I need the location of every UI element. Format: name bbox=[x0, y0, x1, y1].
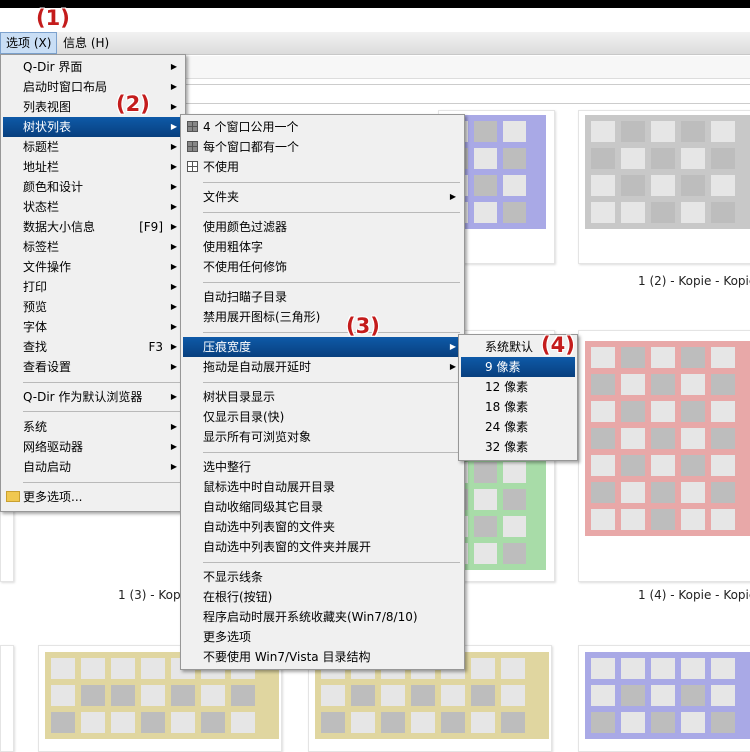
menu-item-dirs-only[interactable]: 仅显示目录(快) bbox=[183, 407, 462, 427]
menu-item-indent-32[interactable]: 32 像素 bbox=[461, 437, 575, 457]
grid-window-icon bbox=[187, 121, 198, 132]
menu-item-view-settings[interactable]: 查看设置 ▶ bbox=[3, 357, 183, 377]
window-top-edge bbox=[0, 0, 750, 8]
annotation-step-2: (2) bbox=[116, 92, 150, 116]
menu-item-list-view[interactable]: 列表视图 ▶ bbox=[3, 97, 183, 117]
menu-item-tree-display[interactable]: 树状目录显示 bbox=[183, 387, 462, 407]
menu-item-expand-favorites[interactable]: 程序启动时展开系统收藏夹(Win7/8/10) bbox=[183, 607, 462, 627]
menu-item-root-buttons[interactable]: 在根行(按钮) bbox=[183, 587, 462, 607]
folder-icon bbox=[6, 491, 20, 502]
menu-info[interactable]: 信息 (H) bbox=[58, 33, 114, 53]
menu-item-network-drives[interactable]: 网络驱动器 ▶ bbox=[3, 437, 183, 457]
menu-item-indent-12[interactable]: 12 像素 bbox=[461, 377, 575, 397]
menu-item-file-operations[interactable]: 文件操作 ▶ bbox=[3, 257, 183, 277]
menu-item-autostart[interactable]: 自动启动 ▶ bbox=[3, 457, 183, 477]
menu-item-bold-font[interactable]: 使用粗体字 bbox=[183, 237, 462, 257]
menu-item-more-options[interactable]: 更多选项 bbox=[183, 627, 462, 647]
toolbar bbox=[185, 56, 750, 79]
menu-separator bbox=[203, 332, 460, 333]
address-bar[interactable] bbox=[185, 84, 750, 104]
menu-separator bbox=[203, 562, 460, 563]
tree-list-submenu: 4 个窗口公用一个 每个窗口都有一个 不使用 文件夹 ▶ 使用颜色过滤器 使用粗体… bbox=[180, 114, 465, 670]
menu-item-address-bar[interactable]: 地址栏 ▶ bbox=[3, 157, 183, 177]
menu-item-auto-collapse-siblings[interactable]: 自动收缩同级其它目录 bbox=[183, 497, 462, 517]
menu-item-data-size-info[interactable]: 数据大小信息 [F9] ▶ bbox=[3, 217, 183, 237]
menu-separator bbox=[23, 411, 181, 412]
menu-item-shared-tree[interactable]: 4 个窗口公用一个 bbox=[183, 117, 462, 137]
thumbnail-red[interactable] bbox=[578, 330, 750, 582]
menu-separator bbox=[203, 212, 460, 213]
menu-separator bbox=[203, 282, 460, 283]
menu-separator bbox=[203, 452, 460, 453]
menu-item-default-browser[interactable]: Q-Dir 作为默认浏览器 ▶ bbox=[3, 387, 183, 407]
menu-item-title-bar[interactable]: 标题栏 ▶ bbox=[3, 137, 183, 157]
menu-item-drag-expand-delay[interactable]: 拖动是自动展开延时 ▶ bbox=[183, 357, 462, 377]
menu-item-folder[interactable]: 文件夹 ▶ bbox=[183, 187, 462, 207]
thumbnail-caption: 1 (4) - Kopie - Kopie.p bbox=[638, 588, 750, 602]
menu-item-all-browsable[interactable]: 显示所有可浏览对象 bbox=[183, 427, 462, 447]
menu-item-no-decoration[interactable]: 不使用任何修饰 bbox=[183, 257, 462, 277]
menu-item-no-lines[interactable]: 不显示线条 bbox=[183, 567, 462, 587]
menu-item-print[interactable]: 打印 ▶ bbox=[3, 277, 183, 297]
menu-item-tab-bar[interactable]: 标签栏 ▶ bbox=[3, 237, 183, 257]
menu-item-indent-24[interactable]: 24 像素 bbox=[461, 417, 575, 437]
menu-item-startup-layout[interactable]: 启动时窗口布局 ▶ bbox=[3, 77, 183, 97]
menu-item-tree-list[interactable]: 树状列表 ▶ bbox=[3, 117, 183, 137]
annotation-step-3: (3) bbox=[346, 314, 380, 338]
menu-separator bbox=[203, 382, 460, 383]
menu-item-qdir-interface[interactable]: Q-Dir 界面 ▶ bbox=[3, 57, 183, 77]
thumbnail-gray-top[interactable] bbox=[578, 110, 750, 264]
menu-item-auto-scan-subdirs[interactable]: 自动扫瞄子目录 bbox=[183, 287, 462, 307]
menu-separator bbox=[23, 382, 181, 383]
grid-window-icon bbox=[187, 161, 198, 172]
menu-item-color-filter[interactable]: 使用颜色过滤器 bbox=[183, 217, 462, 237]
menubar: 选项 (X) 信息 (H) bbox=[0, 32, 750, 55]
menu-item-disable-expand-icon[interactable]: 禁用展开图标(三角形) bbox=[183, 307, 462, 327]
grid-window-icon bbox=[187, 141, 198, 152]
menu-item-status-bar[interactable]: 状态栏 ▶ bbox=[3, 197, 183, 217]
menu-item-indent-18[interactable]: 18 像素 bbox=[461, 397, 575, 417]
menu-item-auto-select-folder[interactable]: 自动选中列表窗的文件夹 bbox=[183, 517, 462, 537]
menu-item-font[interactable]: 字体 ▶ bbox=[3, 317, 183, 337]
menu-item-system[interactable]: 系统 ▶ bbox=[3, 417, 183, 437]
menu-item-tree-per-window[interactable]: 每个窗口都有一个 bbox=[183, 137, 462, 157]
menu-item-indent-width[interactable]: 压痕宽度 ▶ bbox=[183, 337, 462, 357]
menu-separator bbox=[23, 482, 181, 483]
menu-item-auto-expand-on-select[interactable]: 鼠标选中时自动展开目录 bbox=[183, 477, 462, 497]
menu-item-auto-select-expand-folder[interactable]: 自动选中列表窗的文件夹并展开 bbox=[183, 537, 462, 557]
menu-item-no-tree[interactable]: 不使用 bbox=[183, 157, 462, 177]
options-menu: Q-Dir 界面 ▶ 启动时窗口布局 ▶ 列表视图 ▶ 树状列表 ▶ 标题栏 ▶ 地址栏 ▶… bbox=[0, 54, 186, 512]
title-strip bbox=[0, 8, 750, 32]
menu-options[interactable]: 选项 (X) bbox=[0, 32, 58, 54]
menu-item-preview[interactable]: 预览 ▶ bbox=[3, 297, 183, 317]
menu-item-indent-9[interactable]: 9 像素 bbox=[461, 357, 575, 377]
annotation-step-4: (4) bbox=[541, 333, 575, 357]
menu-item-find[interactable]: 查找 F3 ▶ bbox=[3, 337, 183, 357]
menu-item-more-options[interactable]: 更多选项... bbox=[3, 487, 183, 507]
menu-item-full-row-select[interactable]: 选中整行 bbox=[183, 457, 462, 477]
thumbnail-edge bbox=[0, 645, 14, 752]
menu-item-no-win7-structure[interactable]: 不要使用 Win7/Vista 目录结构 bbox=[183, 647, 462, 667]
menu-item-colors-design[interactable]: 颜色和设计 ▶ bbox=[3, 177, 183, 197]
menu-separator bbox=[203, 182, 460, 183]
thumbnail-caption: 1 (2) - Kopie - Kopie.p bbox=[638, 274, 750, 288]
thumbnail-purple-bottom[interactable] bbox=[578, 645, 750, 752]
annotation-step-1: (1) bbox=[36, 6, 70, 30]
